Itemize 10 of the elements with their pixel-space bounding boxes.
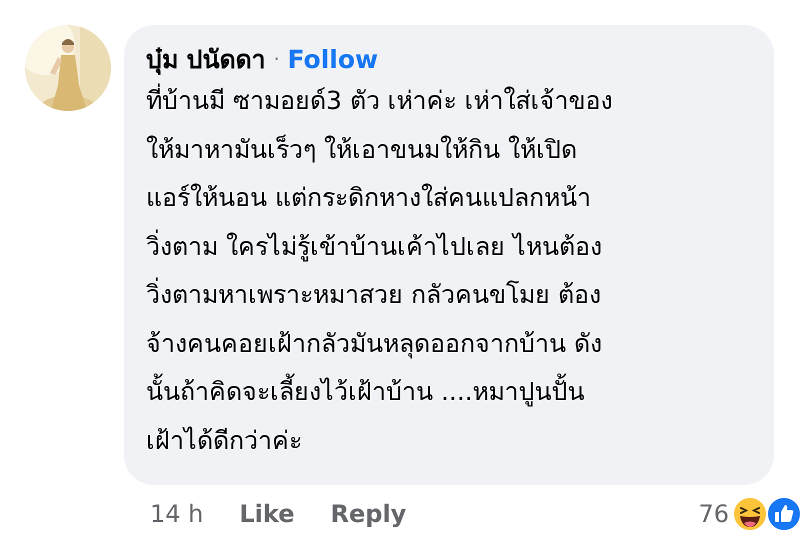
like-link[interactable]: Like [239,500,295,528]
author-name[interactable]: บุ๋ม ปนัดดา [146,43,266,77]
reaction-count[interactable]: 76 [698,500,729,528]
laughing-emoji-icon [731,495,769,533]
comment-text: ที่บ้านมี ซามอยด์3 ตัว เห่าค่ะ เห่าใส่เจ้าของ ให้มาหามันเร็วๆ ให้เอาขนมให้กิน ให้เปิด แอร์ให้นอน แต่กระดิกหางใส่คนแปลกหน้า วิ่งตาม ใครไม่รู้เข้าบ้านเค้าไปเลย ไหนต้อง วิ่งตามหาเพราะหมาสวย กลัวคนขโมย ต้อง จ้างคนคอยเฝ้ากลัวมันหลุดออกจากบ้าน ดัง นั้นถ้าคิดจะเลี้ยงไว้เฝ้าบ้าน ....หมาปูนปั้น เฝ้าได้ดีกว่าค่ะ [146,77,754,465]
timestamp[interactable]: 14 h [150,500,204,528]
separator-dot: · [274,48,280,72]
follow-link[interactable]: Follow [287,43,378,77]
thumbs-up-icon [765,495,800,533]
reply-link[interactable]: Reply [330,500,406,528]
